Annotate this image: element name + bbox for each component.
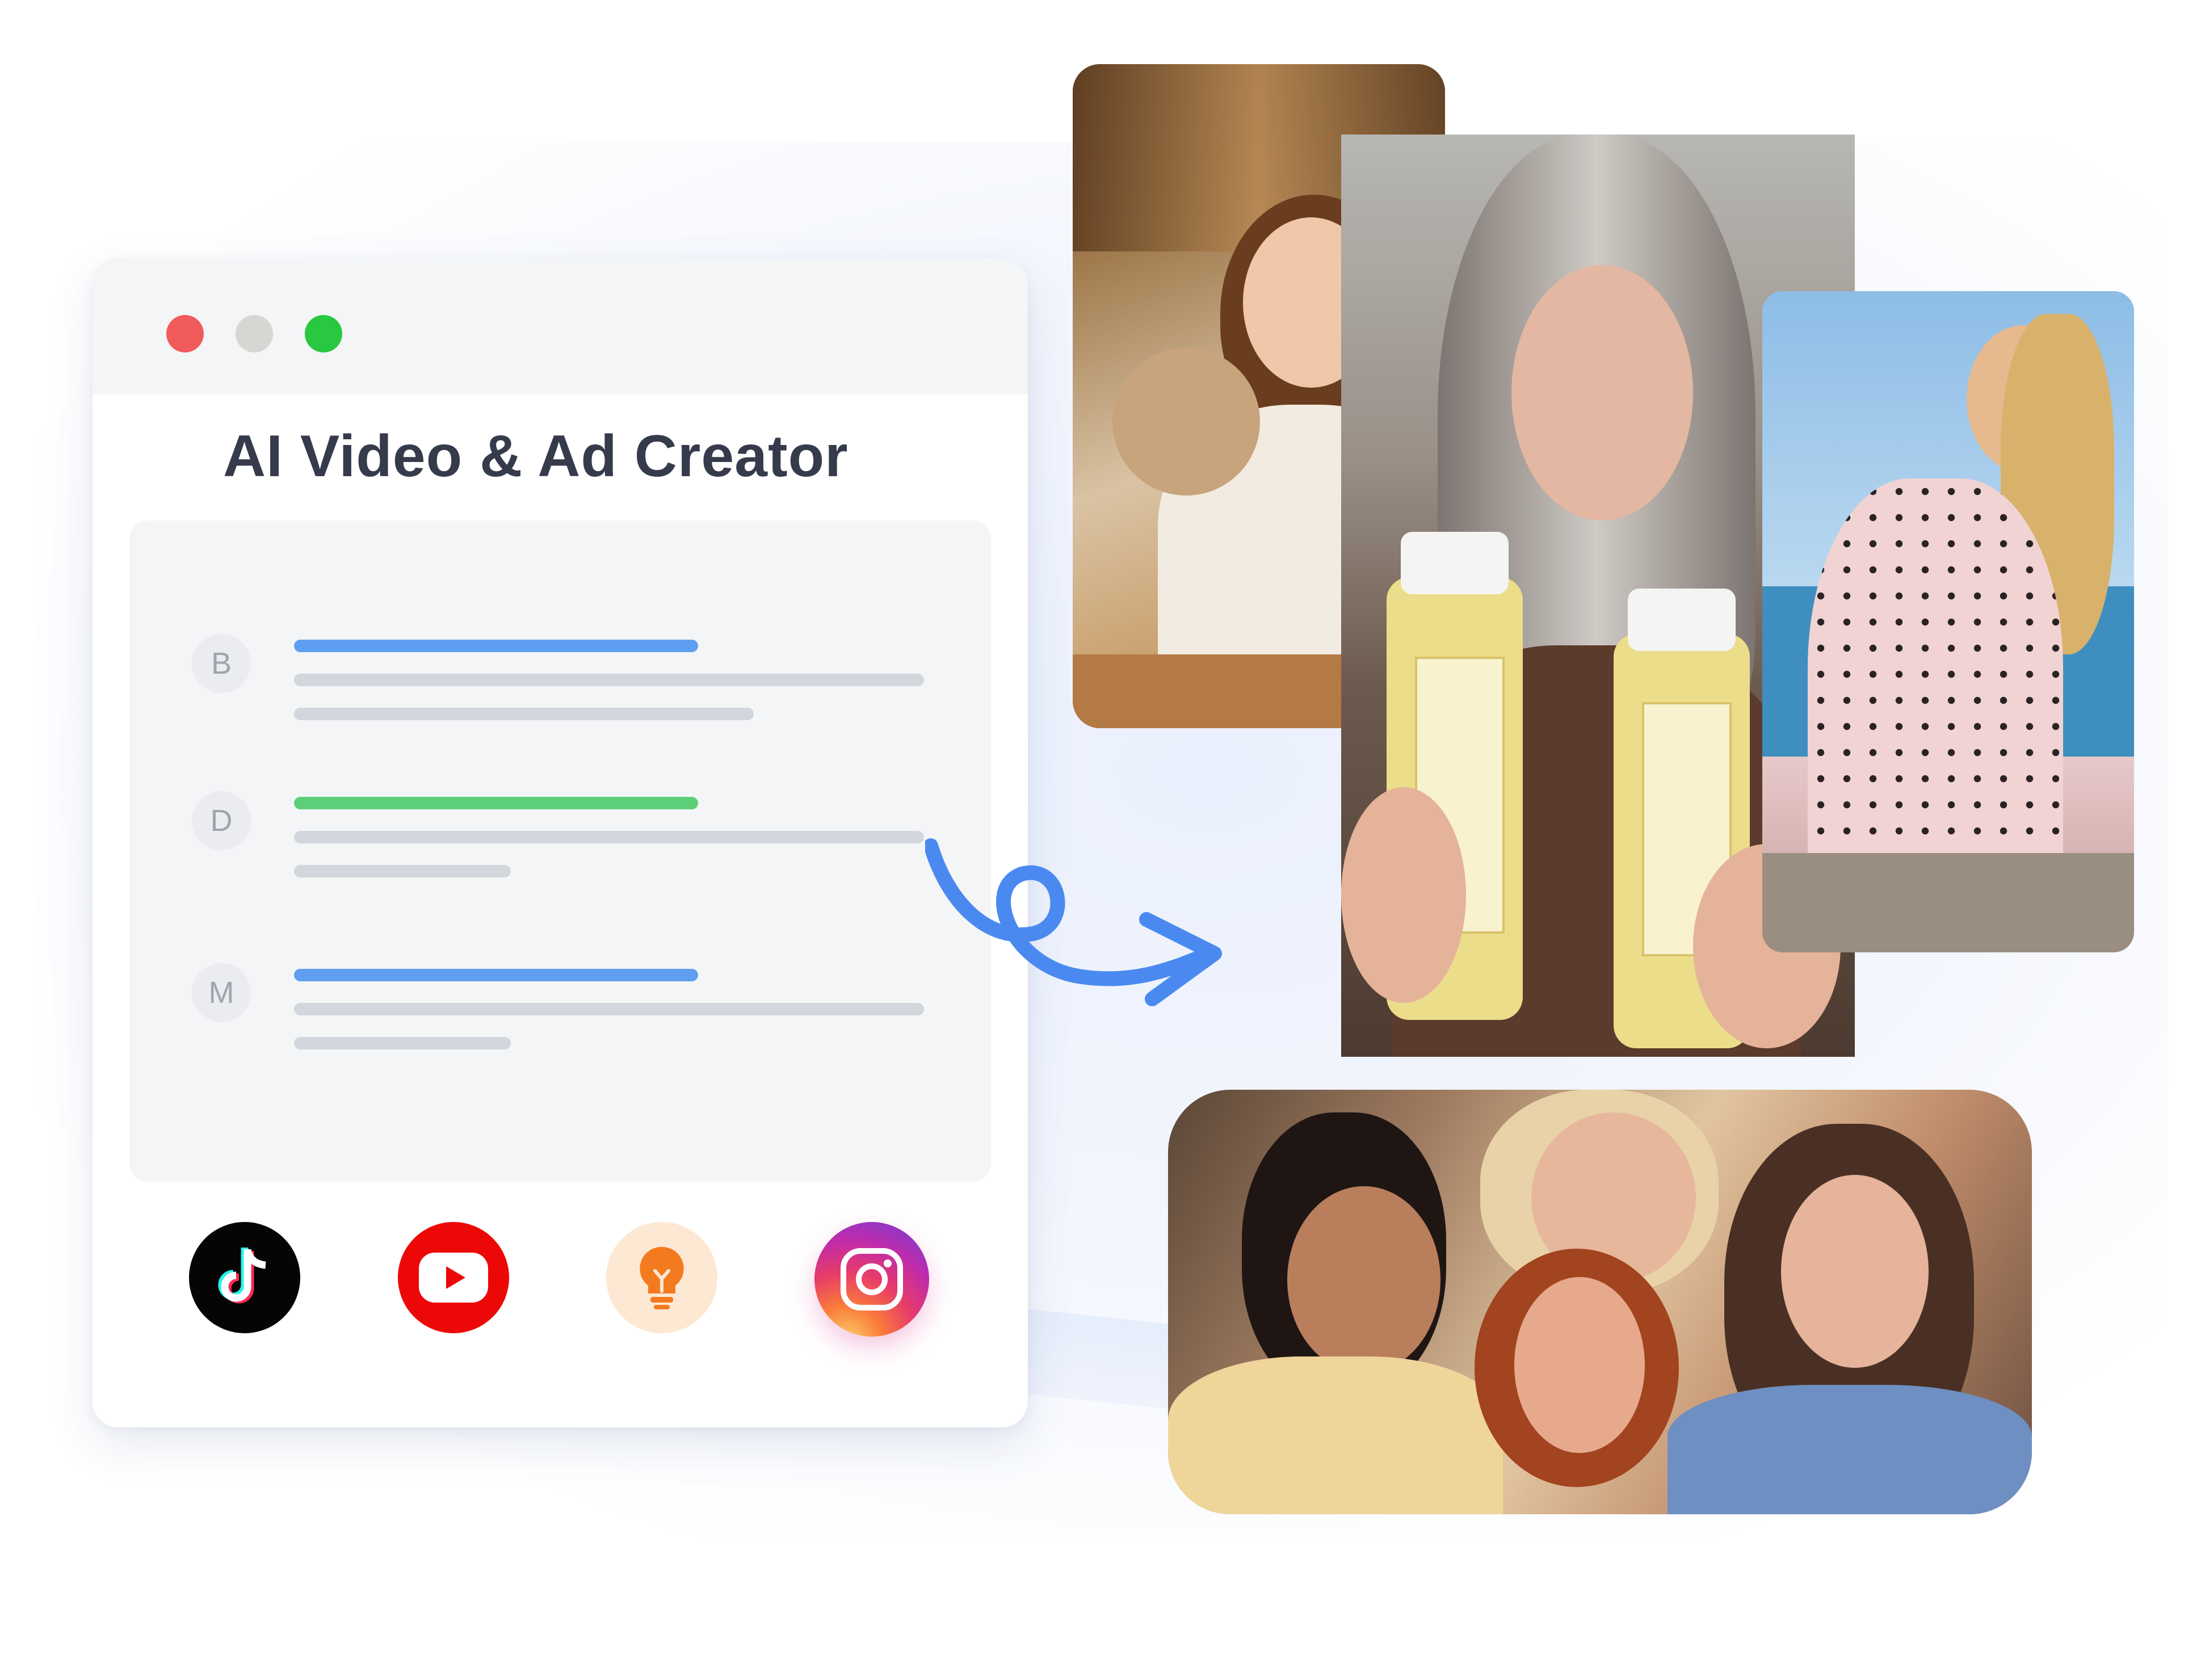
script-heading-line: [294, 640, 698, 652]
avatar: D: [192, 791, 251, 850]
script-heading-line: [294, 969, 698, 981]
script-text-line: [294, 708, 754, 720]
maximize-window-button[interactable]: [305, 315, 342, 352]
script-panel: B D M: [129, 520, 991, 1182]
script-text-line: [294, 674, 924, 686]
app-title: AI Video & Ad Creator: [223, 423, 849, 489]
script-text-line: [294, 1003, 924, 1015]
script-heading-line: [294, 797, 698, 809]
tiktok-icon[interactable]: [189, 1222, 300, 1333]
script-text-line: [294, 1037, 511, 1049]
script-text-line: [294, 865, 511, 877]
script-row[interactable]: B: [129, 634, 991, 782]
video-thumbnail-friends-laughing[interactable]: [1168, 1090, 2032, 1514]
close-window-button[interactable]: [166, 315, 204, 352]
instagram-icon[interactable]: [814, 1222, 929, 1337]
script-row[interactable]: M: [129, 963, 991, 1111]
avatar: B: [192, 634, 251, 693]
lightbulb-icon[interactable]: [606, 1222, 717, 1333]
title-bar: [93, 258, 1028, 394]
curly-arrow-icon: [925, 838, 1222, 1006]
avatar: M: [192, 963, 251, 1022]
script-text-line: [294, 831, 924, 843]
video-thumbnail-polka-dot-dress[interactable]: [1762, 291, 2134, 952]
app-window: AI Video & Ad Creator B D M: [93, 258, 1028, 1427]
youtube-icon[interactable]: [398, 1222, 509, 1333]
script-row[interactable]: D: [129, 791, 991, 939]
minimize-window-button[interactable]: [236, 315, 273, 352]
